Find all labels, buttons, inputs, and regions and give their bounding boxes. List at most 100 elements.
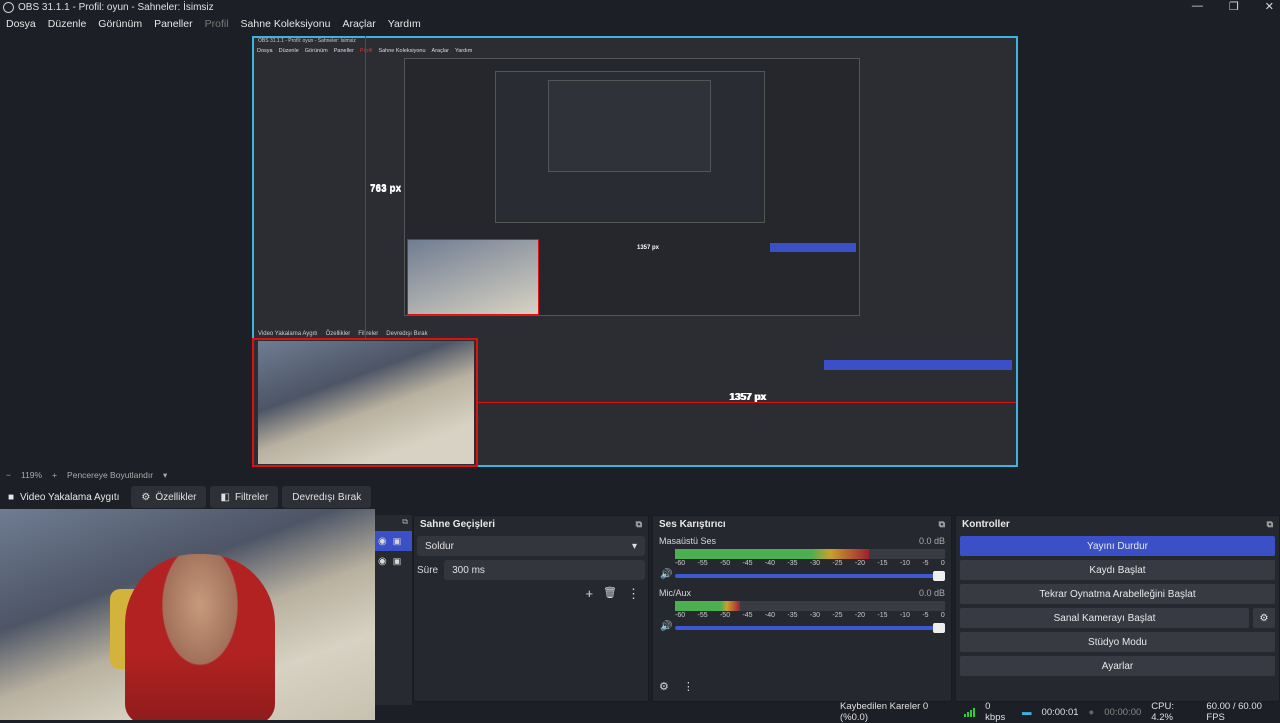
measure-vertical-label: 763 px [370, 183, 402, 194]
source-toolbar: ■ Video Yakalama Aygıtı ⚙ Özellikler ◧ Fil… [0, 485, 1280, 509]
trash-icon[interactable]: 🗑 [603, 586, 617, 602]
close-button[interactable]: ✕ [1265, 0, 1274, 13]
status-bar: Kaybedilen Kareler 0 (%0.0) 0 kbps ▬ 00:… [840, 701, 1280, 723]
menu-edit[interactable]: Düzenle [42, 18, 93, 30]
transition-select[interactable]: Soldur ▾ [417, 536, 645, 556]
lock-icon[interactable]: ▣ [393, 536, 402, 547]
selected-source-label: ■ Video Yakalama Aygıtı [8, 491, 120, 503]
nested-webcam [407, 239, 539, 315]
volume-slider-knob[interactable] [933, 623, 945, 633]
settings-button[interactable]: Ayarlar [960, 656, 1275, 676]
duration-input[interactable]: 300 ms [444, 560, 645, 580]
menu-bar: Dosya Düzenle Görünüm Paneller Profil Sa… [0, 15, 427, 33]
nested-measure-h: 1357 px [637, 245, 660, 251]
filters-button[interactable]: ◧ Filtreler [210, 486, 279, 508]
zoom-out-button[interactable]: − [6, 470, 11, 480]
zoom-level: 119% [20, 470, 43, 480]
mixer-channel-mic: Mic/Aux 0.0 dB -60 -55 -50 -45 -40 -35 -30 -25 -2… [653, 584, 951, 634]
speaker-icon[interactable]: 🔊 [660, 569, 672, 580]
menu-scene-collection[interactable]: Sahne Koleksiyonu [235, 18, 337, 30]
volume-slider[interactable] [675, 571, 945, 581]
eye-icon[interactable]: ◉ [378, 536, 387, 547]
camera-icon: ■ [8, 491, 15, 503]
stream-time: 00:00:01 [1041, 706, 1079, 718]
nested-stop-button [770, 243, 856, 252]
start-recording-button[interactable]: Kaydı Başlat [960, 560, 1275, 580]
nested-stop-stream [824, 360, 1012, 370]
menu-tools[interactable]: Araçlar [336, 18, 381, 30]
duration-label: Süre [417, 564, 439, 576]
chevron-down-icon[interactable]: ▾ [163, 470, 167, 481]
dock-float-icon[interactable]: ⧉ [636, 519, 642, 529]
channel-db: 0.0 dB [918, 588, 945, 598]
sources-list[interactable]: ⧉ ◉ ▣ ◉ ▣ [375, 515, 412, 705]
eye-icon[interactable]: ◉ [378, 556, 387, 567]
nested-preview-2 [495, 71, 765, 223]
level-meter [675, 601, 945, 611]
level-meter-fill [675, 549, 870, 559]
virtual-camera-settings-gear-icon[interactable]: ⚙ [1253, 608, 1275, 628]
chevron-down-icon: ▾ [631, 540, 637, 552]
channel-db: 0.0 dB [918, 536, 945, 546]
kebab-menu-icon[interactable]: ⋮ [683, 680, 694, 693]
zoom-in-button[interactable]: + [52, 470, 57, 480]
speaker-icon[interactable]: 🔊 [660, 621, 672, 632]
menu-view[interactable]: Görünüm [92, 18, 148, 30]
nested-preview: 1357 px [404, 58, 860, 316]
controls-title: Kontroller [962, 519, 1010, 530]
nested-preview-3 [548, 80, 711, 172]
gear-icon: ⚙ [141, 491, 151, 503]
stop-streaming-button[interactable]: Yayını Durdur [960, 536, 1275, 556]
dock-float-icon[interactable]: ⧉ [1267, 519, 1273, 529]
record-time: 00:00:00 [1104, 706, 1142, 718]
record-icon: ● [1088, 706, 1095, 718]
dock-float-icon[interactable]: ⧉ [939, 519, 945, 529]
controls-dock: Kontroller ⧉ Yayını Durdur Kaydı Başlat T… [955, 515, 1280, 702]
title-bar: OBS 31.1.1 - Profil: oyun - Sahneler: İs… [0, 0, 1280, 14]
transitions-title: Sahne Geçişleri [420, 519, 496, 530]
bbox-top [252, 338, 478, 340]
nested-title: OBS 31.1.1 - Profil: oyun - Sahneler: İs… [258, 38, 356, 44]
guide-vertical [365, 36, 366, 338]
add-icon[interactable]: + [585, 586, 593, 602]
mixer-title: Ses Karıştırıcı [659, 519, 726, 530]
source-row-selected[interactable]: ◉ ▣ [375, 531, 412, 551]
level-meter-fill [675, 601, 740, 611]
level-meter [675, 549, 945, 559]
meter-scale: -60 -55 -50 -45 -40 -35 -30 -25 -20 -15 -10 -5 0 [675, 612, 945, 619]
stream-icon: ▬ [1022, 706, 1032, 718]
menu-help[interactable]: Yardım [382, 18, 427, 30]
meter-scale: -60 -55 -50 -45 -40 -35 -30 -25 -20 -15 -10 -5 0 [675, 560, 945, 567]
start-replay-buffer-button[interactable]: Tekrar Oynatma Arabelleğini Başlat [960, 584, 1275, 604]
person [125, 554, 275, 720]
kebab-menu-icon[interactable]: ⋮ [627, 586, 640, 602]
volume-slider-knob[interactable] [933, 571, 945, 581]
menu-docks[interactable]: Paneller [148, 18, 199, 30]
menu-profile[interactable]: Profil [199, 18, 235, 30]
channel-name: Masaüstü Ses [659, 536, 717, 546]
start-virtual-camera-button[interactable]: Sanal Kamerayı Başlat [960, 608, 1249, 628]
signal-bars-icon [964, 707, 976, 717]
obs-logo-icon [3, 1, 14, 13]
scale-mode-select[interactable]: Pencereye Boyutlandır [67, 470, 153, 480]
mixer-settings-icon[interactable]: ⚙ [659, 680, 669, 693]
menu-file[interactable]: Dosya [0, 18, 42, 30]
volume-slider[interactable] [675, 623, 945, 633]
studio-mode-button[interactable]: Stüdyo Modu [960, 632, 1275, 652]
filter-icon: ◧ [220, 491, 230, 503]
window-title: OBS 31.1.1 - Profil: oyun - Sahneler: İs… [18, 1, 214, 13]
deactivate-button[interactable]: Devredışı Bırak [282, 486, 372, 508]
mixer-channel-desktop: Masaüstü Ses 0.0 dB -60 -55 -50 -45 -40 -35 -30… [653, 532, 951, 582]
transitions-dock: Sahne Geçişleri ⧉ Soldur ▾ Süre 300 ms + 🗑… [413, 515, 649, 702]
dock-float-icon[interactable]: ⧉ [375, 515, 412, 531]
audio-mixer-dock: Ses Karıştırıcı ⧉ Masaüstü Ses 0.0 dB -60-… [652, 515, 952, 702]
selected-source-webcam[interactable] [258, 341, 474, 464]
bbox-bottom [252, 465, 478, 467]
properties-button[interactable]: ⚙ Özellikler [131, 486, 207, 508]
minimize-button[interactable]: — [1192, 0, 1203, 13]
webcam-feed [0, 509, 375, 720]
maximize-button[interactable]: ❐ [1229, 0, 1239, 13]
source-row[interactable]: ◉ ▣ [375, 551, 412, 571]
lock-icon[interactable]: ▣ [393, 556, 402, 567]
measure-horizontal-label: 1357 px [730, 392, 767, 403]
